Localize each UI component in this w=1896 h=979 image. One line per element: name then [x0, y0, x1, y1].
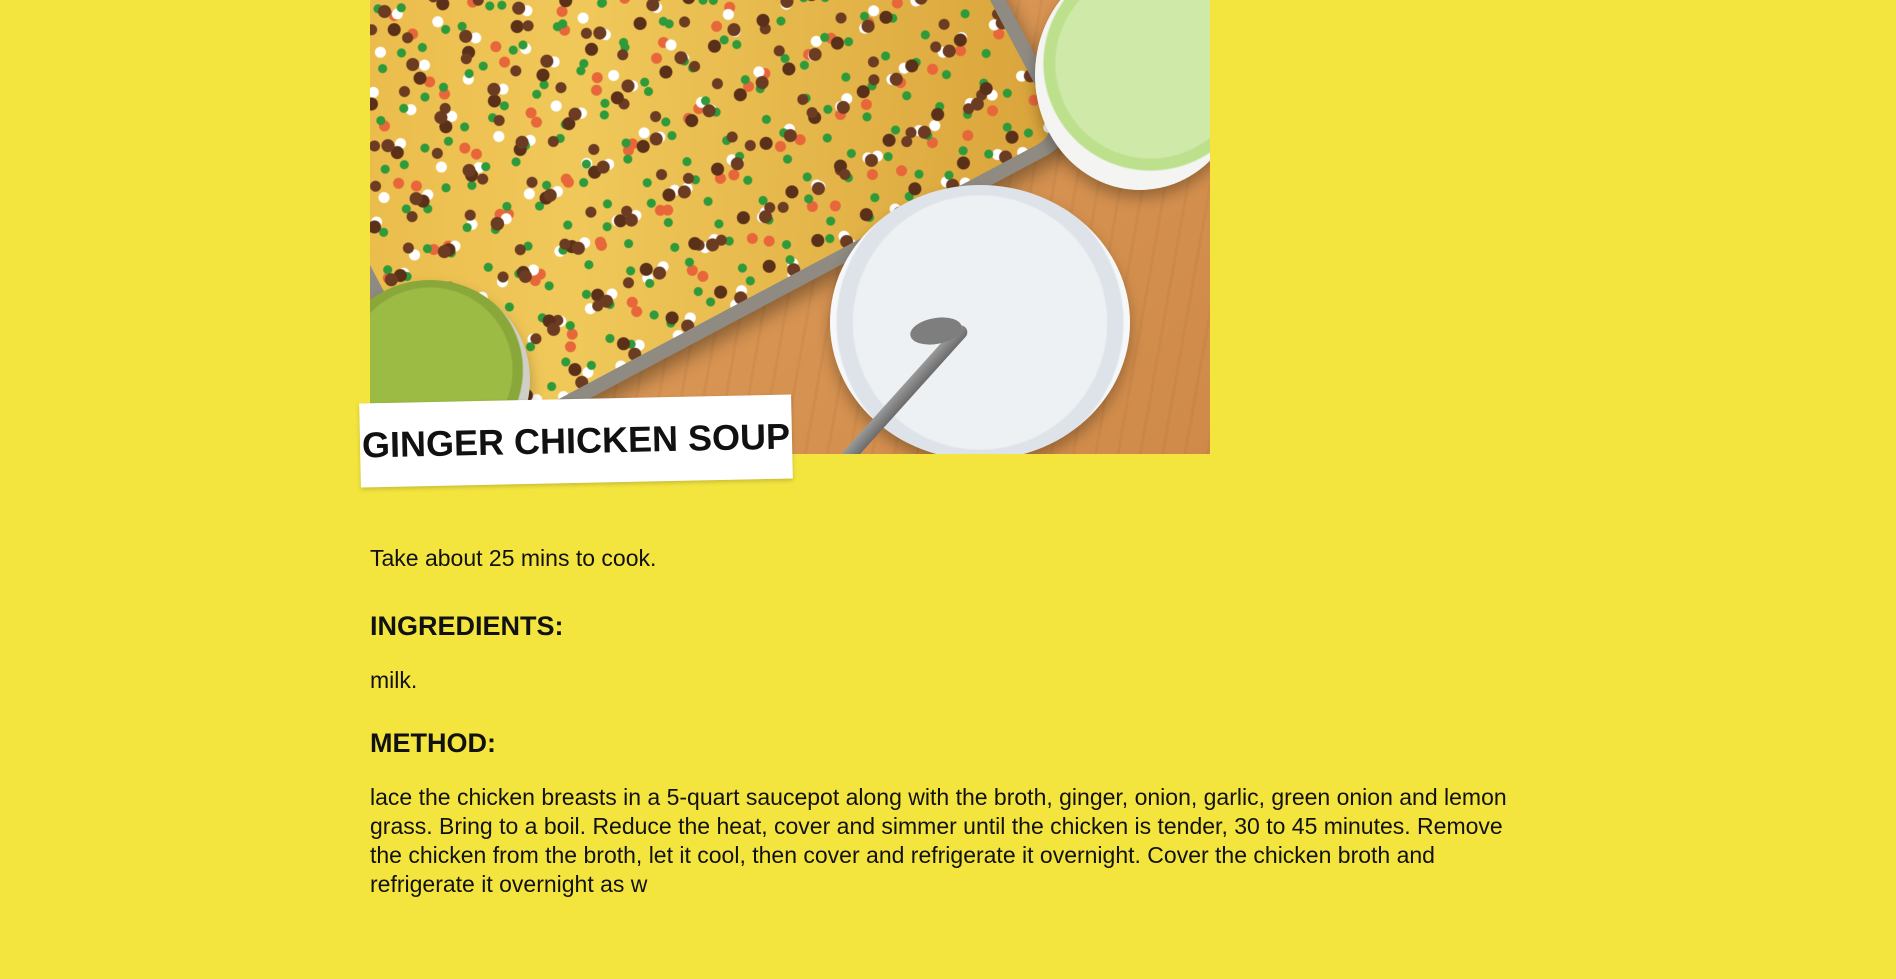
sour-cream-bowl [830, 185, 1130, 454]
recipe-hero-image [370, 0, 1210, 454]
recipe-content: Take about 25 mins to cook. INGREDIENTS:… [370, 540, 1540, 929]
ingredients-heading: INGREDIENTS: [370, 611, 564, 641]
recipe-page: GINGER CHICKEN SOUP Take about 25 mins t… [0, 0, 1896, 979]
ingredients-text: milk. [370, 667, 418, 693]
method-text: lace the chicken breasts in a 5-quart sa… [370, 784, 1507, 897]
method-heading: METHOD: [370, 728, 496, 758]
cook-time-text: Take about 25 mins to cook. [370, 545, 657, 571]
recipe-title-card: GINGER CHICKEN SOUP [359, 394, 793, 488]
recipe-title: GINGER CHICKEN SOUP [361, 415, 791, 466]
lettuce-bowl [1035, 0, 1210, 190]
